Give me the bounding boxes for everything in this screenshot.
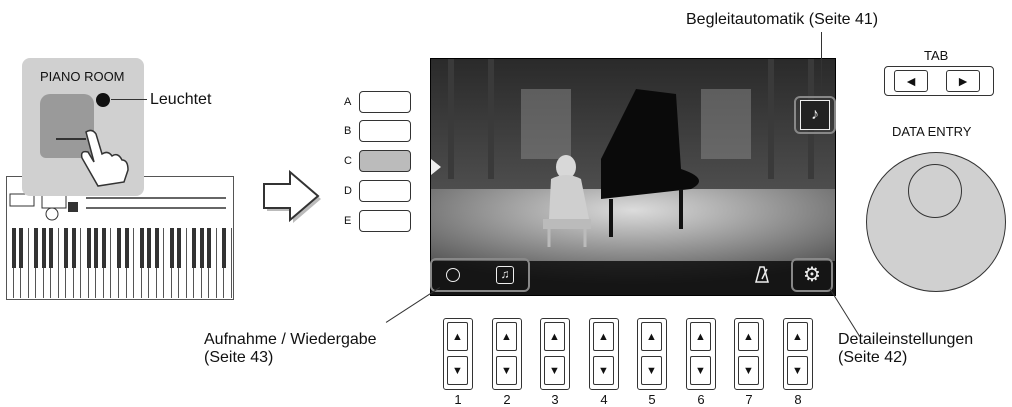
metronome-icon[interactable] [752,264,772,284]
tab-label: TAB [924,48,949,63]
piano-room-led [96,93,110,107]
updown-button-group-1: ▲ ▼ [443,318,473,390]
leuchtet-callout-line [111,99,147,100]
button-number-4: 4 [600,392,608,407]
side-label-a: A [344,96,352,108]
down-button-1[interactable]: ▼ [447,356,468,385]
side-button-a[interactable] [359,91,411,113]
record-playback-label: Aufnahme / Wiedergabe [204,331,377,348]
side-button-c[interactable] [359,150,411,172]
record-callout-line [385,287,440,323]
leuchtet-label: Leuchtet [150,91,212,108]
up-button-8[interactable]: ▲ [787,322,808,351]
down-button-3[interactable]: ▼ [544,356,565,385]
pressing-hand-icon [80,129,129,187]
side-button-b[interactable] [359,120,411,142]
black-key [34,228,39,268]
button-number-2: 2 [503,392,511,407]
up-button-1[interactable]: ▲ [447,322,468,351]
side-label-d: D [344,185,352,197]
down-button-4[interactable]: ▼ [593,356,614,385]
side-label-e: E [344,215,352,227]
button-number-3: 3 [551,392,559,407]
black-key [94,228,99,268]
details-label: Detaileinstellungen [838,331,974,348]
accompaniment-label: Begleitautomatik (Seite 41) [686,11,879,28]
black-key [64,228,69,268]
button-number-5: 5 [648,392,656,407]
black-key [147,228,152,268]
up-button-3[interactable]: ▲ [544,322,565,351]
updown-button-group-4: ▲ ▼ [589,318,619,390]
down-button-8[interactable]: ▼ [787,356,808,385]
data-entry-label: DATA ENTRY [892,124,972,139]
up-button-4[interactable]: ▲ [593,322,614,351]
details-callout-line [829,288,860,337]
black-key [49,228,54,268]
down-button-6[interactable]: ▼ [690,356,711,385]
black-key [169,228,174,268]
tab-next-button[interactable]: ► [946,70,980,92]
black-key [86,228,91,268]
button-number-6: 6 [697,392,705,407]
updown-button-group-8: ▲ ▼ [783,318,813,390]
piano-room-panel-label: PIANO ROOM [40,69,125,84]
black-key [11,228,16,268]
black-key [124,228,129,268]
music-note-icon[interactable]: ♫ [496,266,514,284]
record-icon[interactable] [446,268,460,282]
up-button-7[interactable]: ▲ [738,322,759,351]
updown-button-group-2: ▲ ▼ [492,318,522,390]
tab-prev-button[interactable]: ◄ [894,70,928,92]
gear-icon[interactable]: ⚙ [801,264,823,286]
down-button-2[interactable]: ▼ [496,356,517,385]
up-button-6[interactable]: ▲ [690,322,711,351]
black-key [154,228,159,268]
record-playback-highlight [430,258,530,292]
updown-button-group-3: ▲ ▼ [540,318,570,390]
side-label-c: C [344,155,352,167]
side-button-d[interactable] [359,180,411,202]
button-number-8: 8 [794,392,802,407]
accompaniment-callout-line [821,32,822,96]
black-key [19,228,24,268]
up-button-5[interactable]: ▲ [641,322,662,351]
black-key [101,228,106,268]
black-key [117,228,121,268]
button-number-7: 7 [745,392,753,407]
side-button-e[interactable] [359,210,411,232]
updown-button-group-5: ▲ ▼ [637,318,667,390]
up-button-2[interactable]: ▲ [496,322,517,351]
button-number-1: 1 [454,392,462,407]
black-key [41,228,46,268]
black-key [207,228,212,268]
down-button-5[interactable]: ▼ [641,356,662,385]
side-label-b: B [344,125,352,137]
black-key [192,228,197,268]
down-button-7[interactable]: ▼ [738,356,759,385]
right-arrow-icon [263,169,321,223]
updown-button-group-7: ▲ ▼ [734,318,764,390]
black-key [139,228,144,268]
drum-guitar-icon[interactable]: ♪ [800,100,830,130]
record-playback-page: (Seite 43) [204,349,274,366]
black-key [222,228,227,268]
updown-button-group-6: ▲ ▼ [686,318,716,390]
details-page: (Seite 42) [838,349,908,366]
black-key [199,228,204,268]
black-key [177,228,182,268]
data-entry-dial-grip [908,164,962,218]
black-key [71,228,76,268]
